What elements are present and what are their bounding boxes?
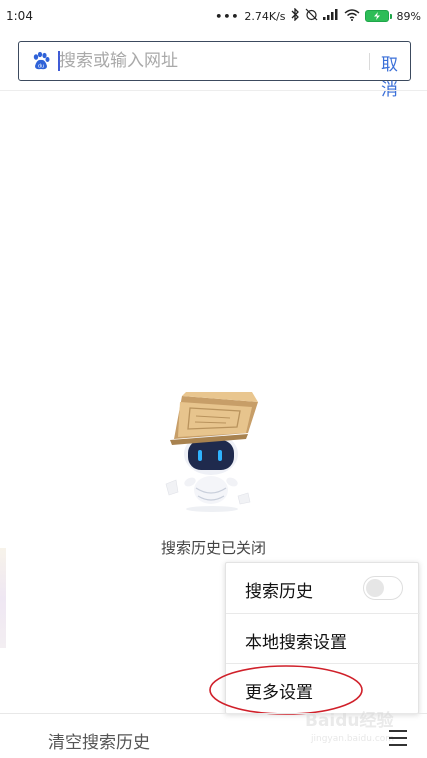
clear-search-history-button[interactable]: 清空搜索历史	[48, 728, 150, 753]
battery-percent: 89%	[396, 9, 421, 23]
search-separator	[369, 53, 370, 70]
robot-mascot-illustration	[160, 392, 268, 514]
watermark-url: jingyan.baidu.com	[311, 734, 395, 744]
alarm-off-icon	[305, 8, 318, 24]
svg-text:du: du	[38, 64, 44, 70]
baidu-paw-icon: du	[31, 51, 51, 71]
menu-item-label: 本地搜索设置	[245, 633, 347, 653]
wifi-icon	[344, 8, 360, 24]
search-input[interactable]	[59, 48, 339, 74]
phone-screen: 1:04 ••• 2.74K/s 89% du 搜索或输入网址 取消 搜索历史已…	[0, 0, 427, 758]
search-history-toggle[interactable]	[363, 576, 403, 600]
status-icons: ••• 2.74K/s 89%	[215, 7, 421, 24]
status-bar: 1:04 ••• 2.74K/s 89%	[0, 0, 427, 32]
menu-item-local-search-settings[interactable]: 本地搜索设置	[226, 613, 420, 663]
watermark-text: Baidu经验	[305, 711, 394, 731]
search-bar: du 取消	[18, 41, 411, 100]
header-divider	[0, 90, 427, 91]
edge-overlay	[0, 548, 6, 648]
cancel-button[interactable]: 取消	[381, 50, 410, 100]
bluetooth-icon	[291, 7, 300, 24]
network-speed: 2.74K/s	[244, 9, 286, 23]
hamburger-menu-icon[interactable]	[389, 729, 409, 747]
battery-charging-icon	[364, 10, 392, 22]
more-dots-icon: •••	[215, 9, 240, 23]
menu-item-label: 搜索历史	[245, 582, 313, 602]
empty-state-message: 搜索历史已关闭	[160, 539, 266, 557]
signal-icon	[322, 9, 339, 23]
menu-item-search-history[interactable]: 搜索历史	[226, 563, 420, 613]
status-time: 1:04	[6, 9, 33, 23]
